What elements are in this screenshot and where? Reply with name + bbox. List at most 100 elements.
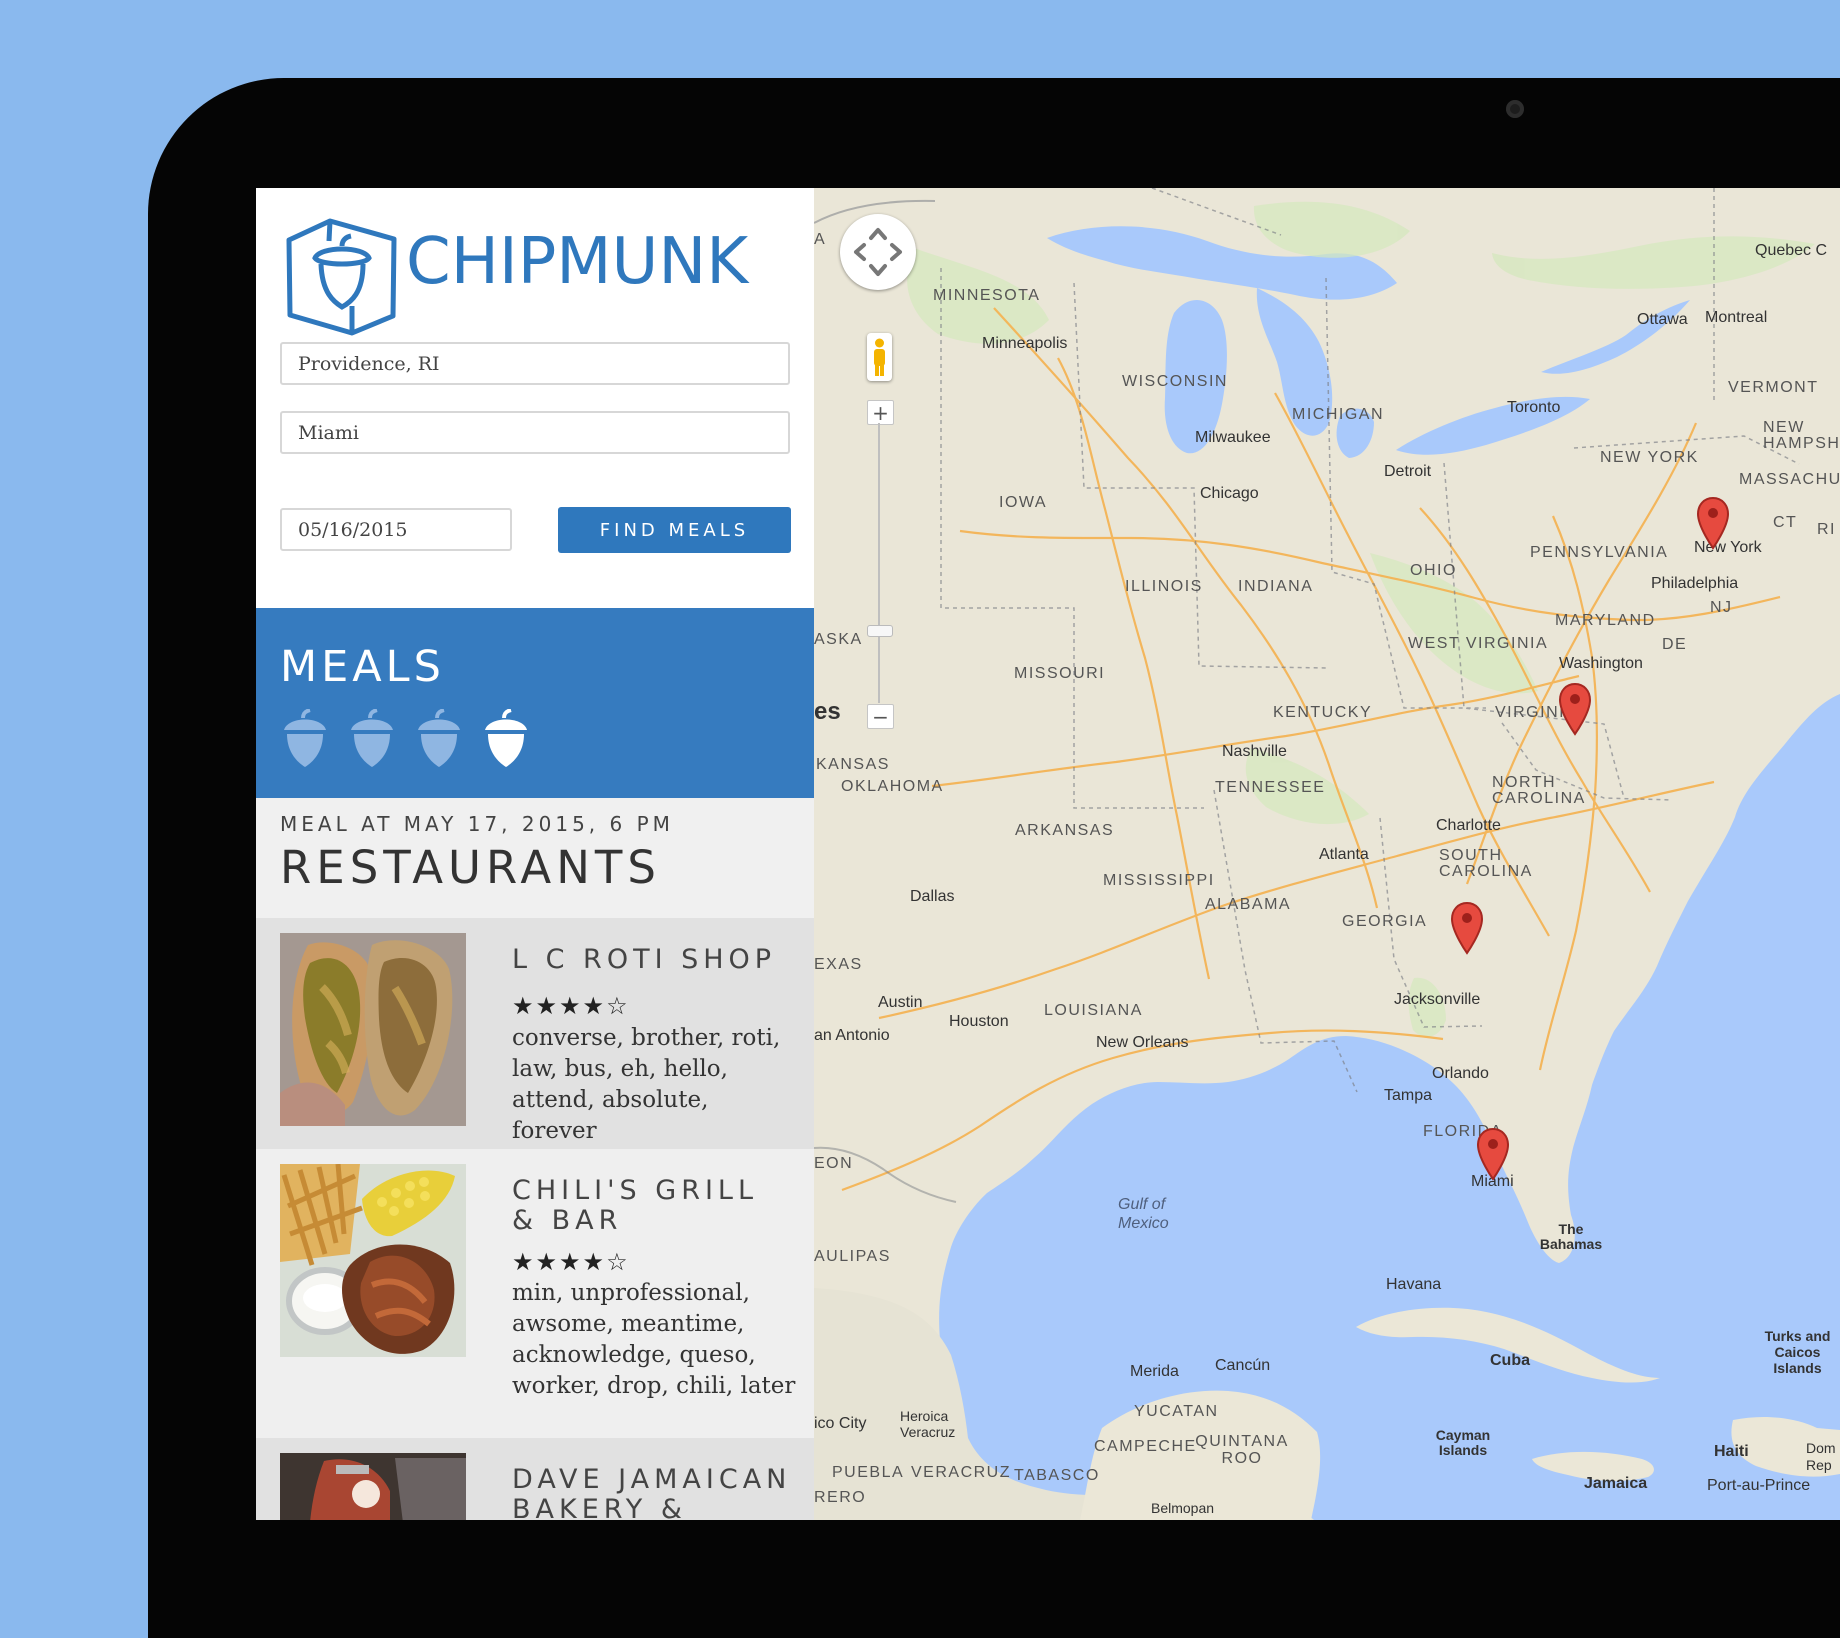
map-label: NORTH CAROLINA — [1492, 774, 1586, 807]
sidebar-panel: CHIPMUNK Providence, RI Miami 05/16/2015… — [256, 188, 814, 1520]
restaurant-name: CHILI'S GRILL & BAR — [512, 1175, 758, 1236]
map-label: Merida — [1130, 1363, 1179, 1380]
map-label: IOWA — [999, 494, 1048, 511]
map-marker-icon[interactable] — [1558, 682, 1592, 736]
map-label: LOUISIANA — [1044, 1002, 1143, 1019]
meals-section: MEALS — [256, 608, 814, 798]
map-label: WEST VIRGINIA — [1408, 635, 1549, 652]
map-pan-control[interactable] — [840, 214, 916, 290]
camera-icon — [1506, 100, 1524, 118]
restaurant-photo — [280, 1453, 466, 1520]
pegman-icon — [874, 338, 885, 376]
map-label: Jacksonville — [1394, 991, 1481, 1008]
map-label: Havana — [1386, 1276, 1442, 1293]
meals-title: MEALS — [280, 642, 445, 692]
map-label: MISSISSIPPI — [1103, 872, 1215, 889]
map-label: Houston — [949, 1013, 1009, 1030]
map-label: INDIANA — [1238, 578, 1314, 595]
map-label: SOUTH CAROLINA — [1439, 847, 1533, 880]
map-label: Orlando — [1432, 1065, 1489, 1082]
restaurant-rating: ★★★★☆ — [512, 1248, 630, 1276]
restaurant-card[interactable]: CHILI'S GRILL & BAR ★★★★☆ min, unprofess… — [256, 1149, 814, 1438]
zoom-in-button[interactable]: + — [867, 400, 894, 425]
map-label: Gulf of Mexico — [1118, 1196, 1169, 1232]
map-label: Detroit — [1384, 463, 1432, 480]
brand-search-area: CHIPMUNK Providence, RI Miami 05/16/2015… — [256, 188, 814, 608]
map-label: Jamaica — [1584, 1475, 1648, 1492]
restaurant-name: DAVE JAMAICAN BAKERY & — [512, 1464, 792, 1521]
map-label: PENNSYLVANIA — [1530, 544, 1669, 561]
street-view-peg-button[interactable] — [867, 333, 892, 381]
map-label: Port-au-Prince — [1707, 1477, 1811, 1494]
restaurant-tags: min, unprofessional, awsome, meantime, a… — [512, 1280, 796, 1399]
map-label: EXAS — [814, 956, 863, 973]
map-label: DE — [1662, 636, 1688, 653]
date-input[interactable]: 05/16/2015 — [280, 508, 512, 551]
map-label: Belmopan — [1151, 1500, 1215, 1516]
map-label: Atlanta — [1319, 846, 1369, 863]
map-label: MICHIGAN — [1292, 406, 1384, 423]
map-label: GEORGIA — [1342, 913, 1428, 930]
map-label: ILLINOIS — [1125, 578, 1203, 595]
map-label: PUEBLA — [832, 1464, 905, 1481]
meal-selector — [280, 709, 531, 768]
map-label: Turks and Caicos Islands — [1764, 1328, 1831, 1376]
map-label: AULIPAS — [814, 1248, 891, 1265]
zoom-slider-track[interactable] — [878, 423, 880, 703]
map-label: CAMPECHE — [1094, 1438, 1197, 1455]
selected-acorn-icon[interactable] — [481, 709, 531, 768]
map-label: Heroica Veracruz — [900, 1408, 956, 1440]
google-map[interactable]: + − Quebec C MINNESOTA Minneapolis WISCO… — [814, 188, 1840, 1520]
map-label: Austin — [878, 994, 923, 1011]
map-label: Ottawa — [1637, 311, 1688, 328]
acorn-icon[interactable] — [414, 709, 464, 768]
find-meals-button[interactable]: FIND MEALS — [558, 507, 791, 553]
map-label: VERMONT — [1728, 379, 1819, 396]
restaurant-name: L C ROTI SHOP — [512, 944, 777, 975]
origin-input[interactable]: Providence, RI — [280, 342, 790, 385]
map-label: EON — [814, 1155, 854, 1172]
map-marker-icon[interactable] — [1696, 496, 1730, 550]
map-label: Cayman Islands — [1435, 1427, 1491, 1458]
map-marker-icon[interactable] — [1476, 1127, 1510, 1181]
restaurant-card[interactable]: L C ROTI SHOP ★★★★☆ converse, brother, r… — [256, 918, 814, 1149]
map-label: Dom Rep — [1806, 1440, 1836, 1473]
destination-input[interactable]: Miami — [280, 411, 790, 454]
map-label: KANSAS — [816, 756, 890, 773]
map-label: Milwaukee — [1195, 429, 1271, 446]
map-label: OKLAHOMA — [841, 778, 944, 795]
map-label: Minneapolis — [982, 335, 1068, 352]
restaurant-tags: converse, brother, roti, law, bus, eh, h… — [512, 1025, 781, 1144]
map-label: Washington — [1559, 655, 1643, 672]
acorn-icon[interactable] — [280, 709, 330, 768]
map-label: Toronto — [1507, 399, 1561, 416]
map-marker-icon[interactable] — [1450, 901, 1484, 955]
acorn-icon[interactable] — [347, 709, 397, 768]
map-label: ARKANSAS — [1015, 822, 1115, 839]
map-label: CT — [1773, 514, 1798, 531]
map-label: TABASCO — [1014, 1467, 1100, 1484]
map-label: QUINTANA ROO — [1195, 1433, 1289, 1467]
map-label: es — [814, 698, 841, 725]
map-label: A — [814, 231, 827, 248]
map-label: Quebec C — [1755, 242, 1828, 259]
zoom-slider-thumb[interactable] — [867, 625, 893, 637]
map-label: Montreal — [1705, 309, 1768, 326]
map-label: RERO — [814, 1489, 867, 1506]
map-label: Chicago — [1200, 485, 1259, 502]
zoom-out-button[interactable]: − — [867, 704, 894, 729]
map-label: MINNESOTA — [933, 287, 1041, 304]
app-title: CHIPMUNK — [406, 225, 749, 299]
map-label: New Orleans — [1096, 1034, 1189, 1051]
map-label: TENNESSEE — [1215, 779, 1326, 796]
map-label: ico City — [814, 1415, 867, 1432]
restaurant-photo — [280, 1164, 466, 1357]
map-label: an Antonio — [814, 1027, 890, 1044]
map-label: Haiti — [1714, 1443, 1749, 1460]
map-label: ALABAMA — [1205, 896, 1292, 913]
map-label: Nashville — [1222, 743, 1287, 760]
restaurant-card[interactable]: DAVE JAMAICAN BAKERY & — [256, 1438, 814, 1520]
map-label: MARYLAND — [1555, 612, 1656, 629]
map-label: Tampa — [1384, 1087, 1433, 1104]
meal-time-label: MEAL AT MAY 17, 2015, 6 PM — [280, 812, 674, 836]
